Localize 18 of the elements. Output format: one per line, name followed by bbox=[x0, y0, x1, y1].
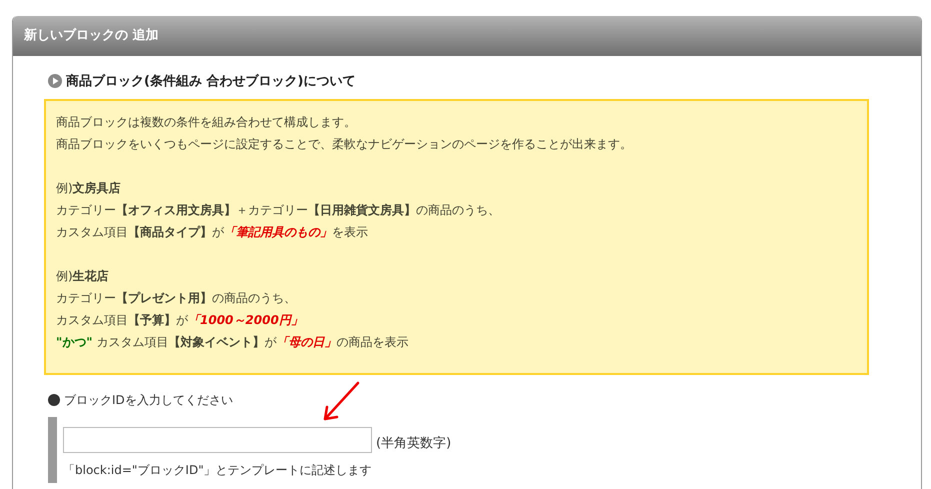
info-line: 商品ブロックは複数の条件を組み合わせて構成します。 bbox=[56, 114, 357, 131]
info-line: "かつ" カスタム項目【対象イベント】が「母の日」の商品を表示 bbox=[56, 334, 410, 351]
field-note: 「block:id="ブロックID"」とテンプレートに記述します bbox=[63, 462, 373, 479]
block-id-field[interactable] bbox=[63, 427, 372, 453]
field-hint: (半角英数字) bbox=[376, 434, 452, 452]
play-icon bbox=[48, 74, 62, 88]
info-line: カテゴリー【オフィス用文房具】＋カテゴリー【日用雑貨文房具】の商品のうち、 bbox=[56, 202, 501, 219]
section-title: 商品ブロック(条件組み 合わせブロック)について bbox=[66, 72, 356, 90]
arrow-annotation bbox=[321, 381, 361, 423]
bullet-icon bbox=[48, 394, 60, 406]
field-label: ブロックIDを入力してください bbox=[64, 392, 233, 409]
info-line: カスタム項目【商品タイプ】が「筆記用具のもの」を表示 bbox=[56, 224, 369, 241]
info-line: 例)文房具店 bbox=[56, 180, 122, 197]
info-line: 商品ブロックをいくつもページに設定することで、柔軟なナビゲーションのページを作ることが出来ます。 bbox=[56, 136, 633, 153]
panel-title: 新しいブロックの 追加 bbox=[13, 16, 921, 56]
info-line: カテゴリー【プレゼント用】の商品のうち、 bbox=[56, 290, 297, 307]
info-line: カスタム項目【予算】が「1000～2000円」 bbox=[56, 312, 304, 329]
info-line: 例)生花店 bbox=[56, 268, 110, 285]
